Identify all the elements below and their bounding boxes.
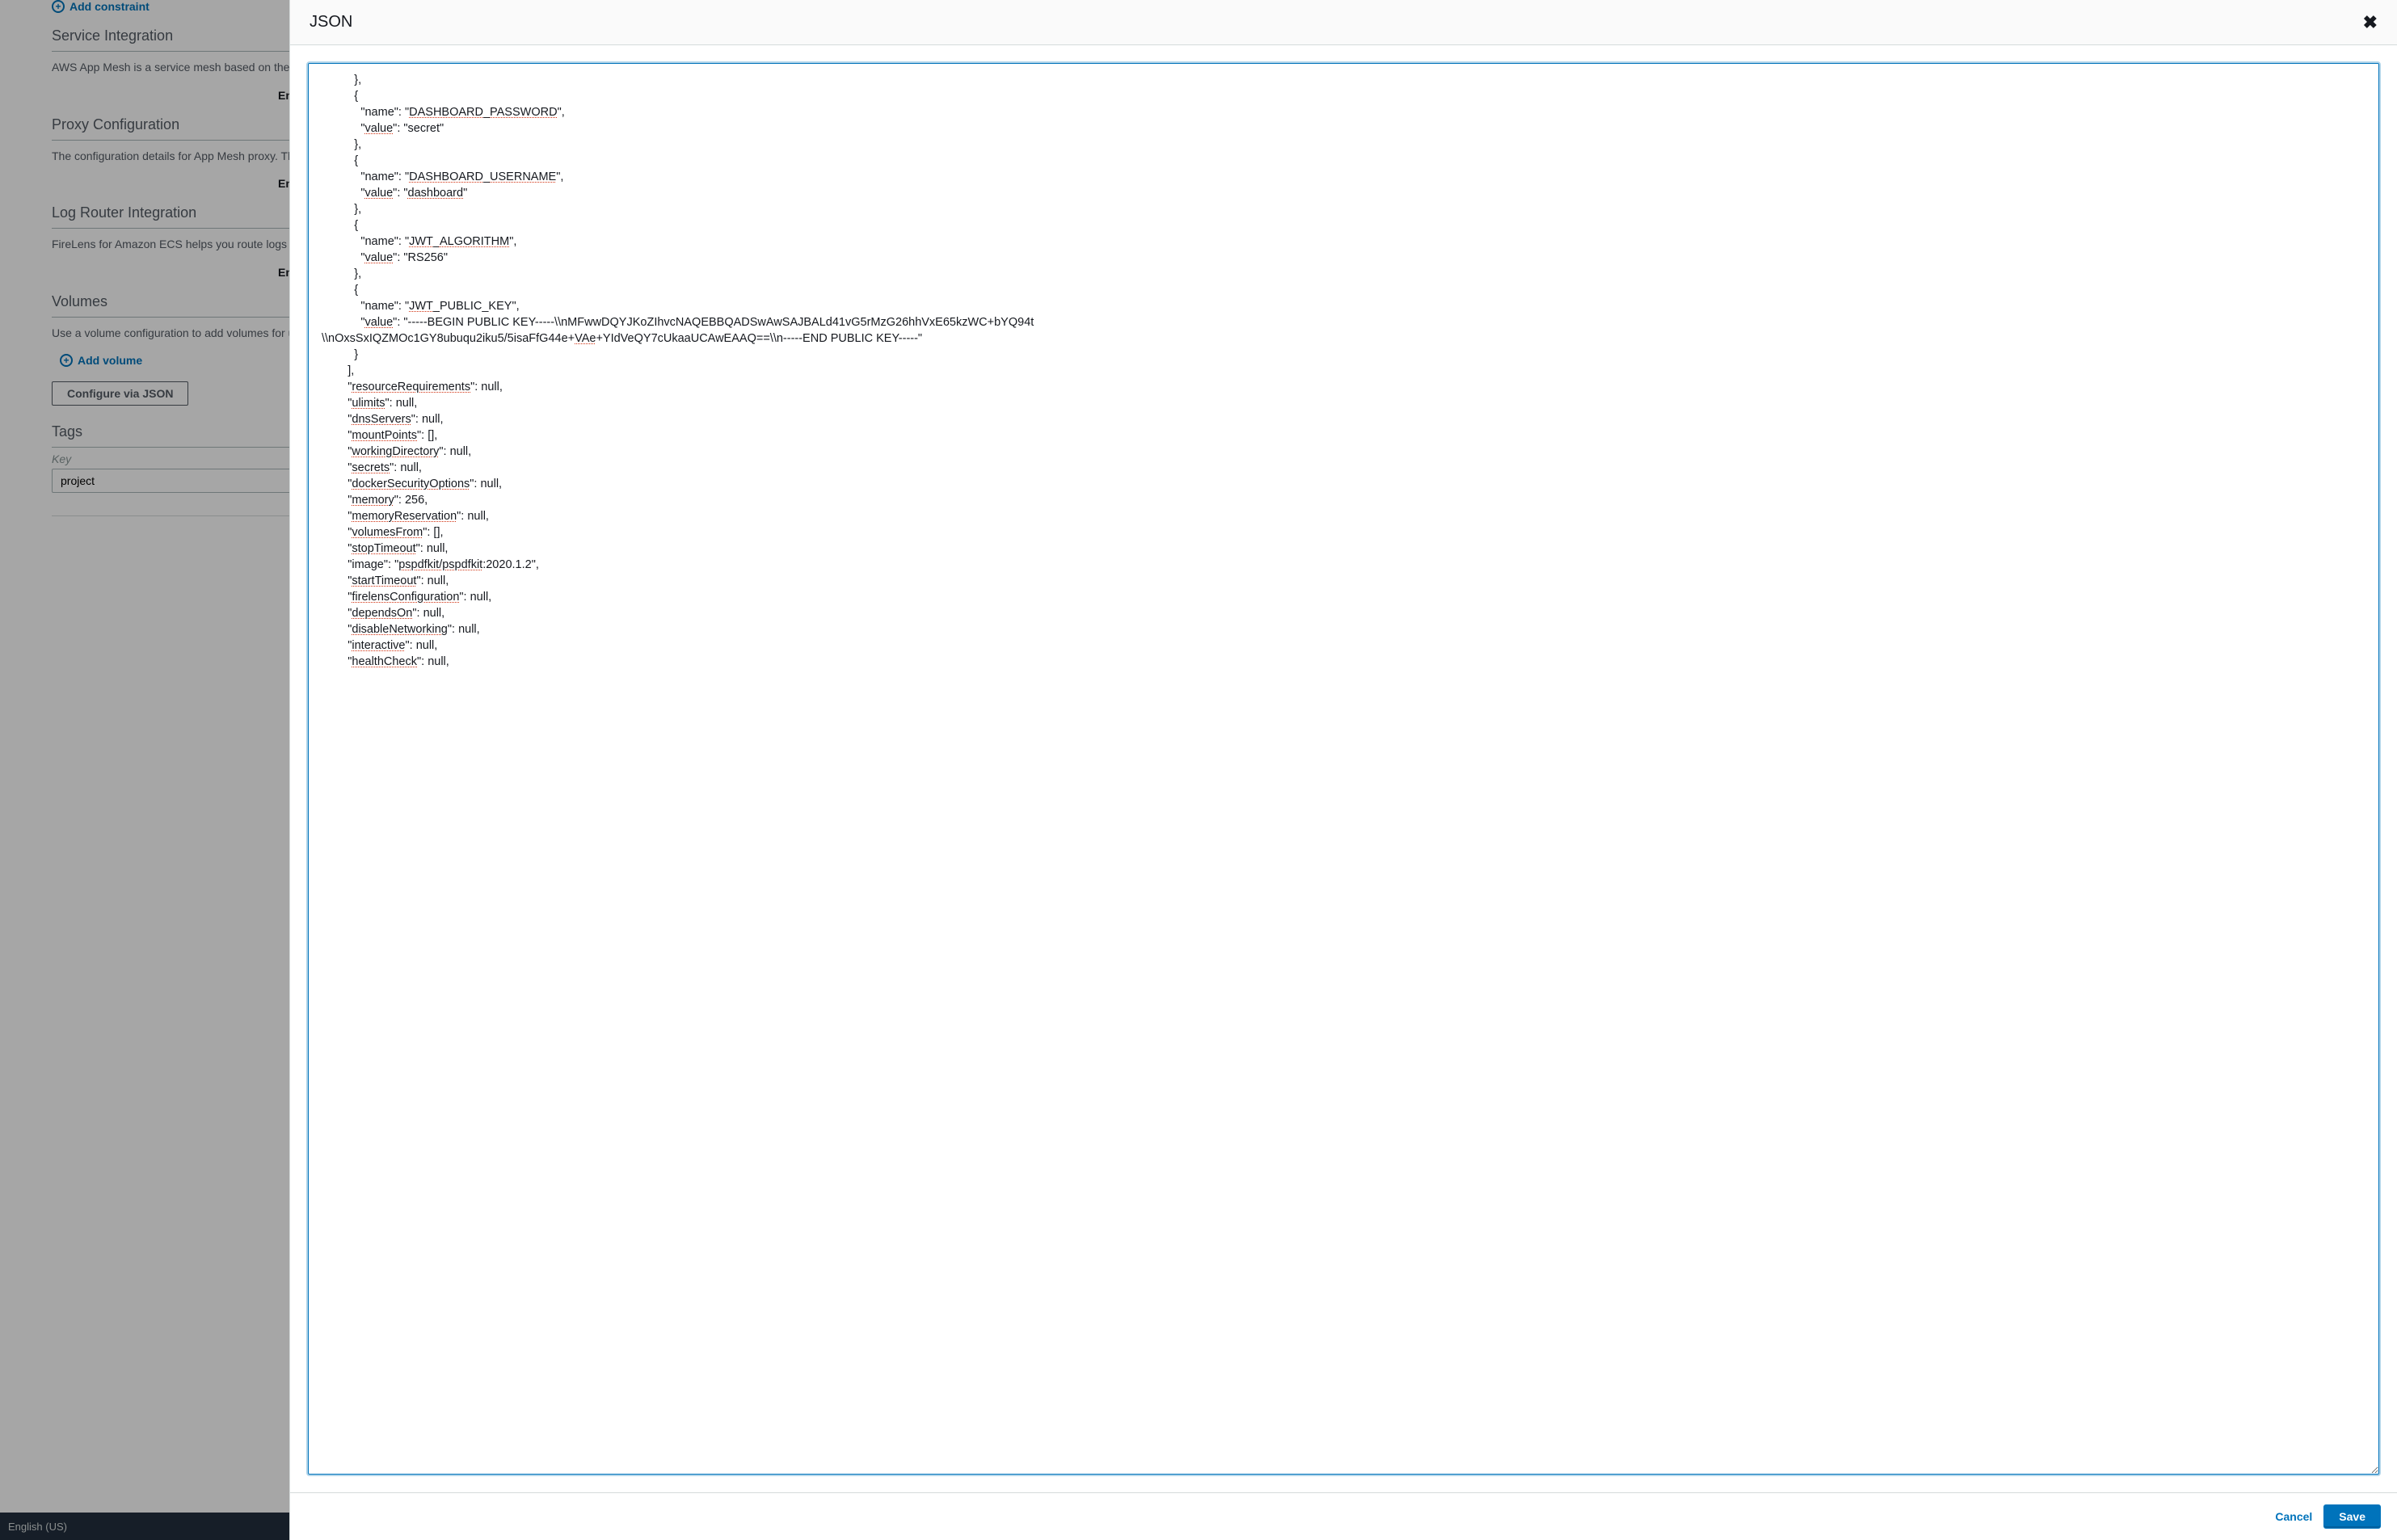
json-textarea[interactable]: }, { "name": "DASHBOARD_PASSWORD", "valu… [308,63,2379,1475]
json-modal: JSON ✖ }, { "name": "DASHBOARD_PASSWORD"… [289,0,2397,1540]
modal-title: JSON [310,13,352,32]
save-button[interactable]: Save [2323,1504,2381,1529]
modal-header: JSON ✖ [290,0,2397,45]
modal-footer: Cancel Save [290,1492,2397,1540]
close-icon[interactable]: ✖ [2363,14,2378,32]
cancel-button[interactable]: Cancel [2275,1510,2312,1523]
modal-body: }, { "name": "DASHBOARD_PASSWORD", "valu… [290,45,2397,1492]
